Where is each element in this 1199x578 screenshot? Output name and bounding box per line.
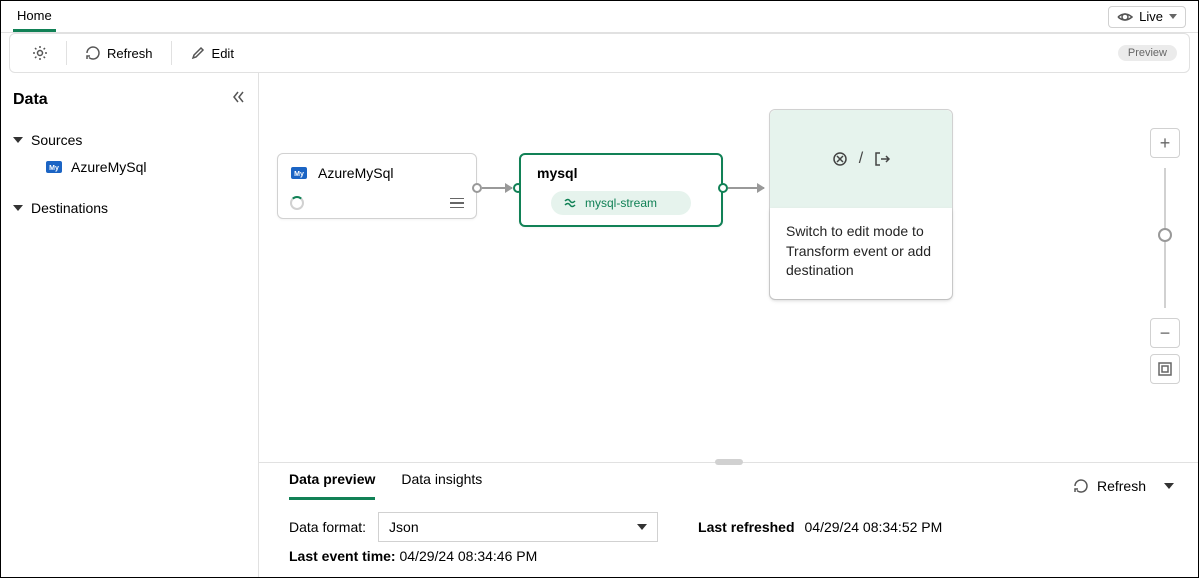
zoom-fit-button[interactable] [1150, 354, 1180, 384]
mysql-icon: My [45, 158, 63, 176]
node-dest-hint: Switch to edit mode to Transform event o… [770, 208, 952, 299]
edit-label: Edit [212, 46, 234, 61]
destinations-group[interactable]: Destinations [13, 196, 246, 220]
sidebar: Data Sources My AzureMySql Destinations [1, 73, 259, 577]
tab-data-insights[interactable]: Data insights [401, 471, 482, 500]
sidebar-title: Data [13, 91, 48, 109]
zoom-slider-handle[interactable] [1158, 228, 1172, 242]
format-label: Data format: [289, 519, 366, 535]
node-source-title: AzureMySql [318, 165, 393, 181]
settings-button[interactable] [22, 39, 58, 67]
stream-pill-label: mysql-stream [585, 196, 657, 210]
node-source[interactable]: My AzureMySql [277, 153, 477, 219]
chevron-down-icon [1169, 14, 1177, 19]
destinations-label: Destinations [31, 200, 108, 216]
output-icon [873, 150, 891, 168]
refresh-button[interactable]: Refresh [75, 39, 163, 67]
refresh-label: Refresh [107, 46, 153, 61]
chevron-double-left-icon [230, 89, 246, 105]
edit-icon [190, 45, 206, 61]
edge-source-stream [482, 187, 512, 189]
bottom-refresh-button[interactable]: Refresh [1073, 478, 1174, 494]
svg-text:My: My [294, 171, 304, 178]
source-item-azuremysql[interactable]: My AzureMySql [13, 152, 246, 182]
sources-label: Sources [31, 132, 82, 148]
fit-icon [1158, 362, 1172, 376]
node-stream-title: mysql [537, 165, 709, 181]
loading-spinner-icon [290, 196, 304, 210]
live-label: Live [1139, 9, 1163, 24]
gear-icon [32, 45, 48, 61]
refresh-icon [1073, 478, 1089, 494]
tab-home[interactable]: Home [13, 2, 56, 32]
edit-button[interactable]: Edit [180, 39, 244, 67]
format-select[interactable]: Json [378, 512, 658, 542]
preview-badge: Preview [1118, 45, 1177, 61]
zoom-slider[interactable] [1150, 158, 1180, 318]
chevron-down-icon [13, 205, 23, 211]
zoom-out-button[interactable]: − [1150, 318, 1180, 348]
bottom-refresh-label: Refresh [1097, 478, 1146, 494]
node-stream[interactable]: mysql mysql-stream [519, 153, 723, 227]
port-out[interactable] [472, 183, 482, 193]
node-menu-button[interactable] [450, 198, 464, 209]
transform-icon [831, 150, 849, 168]
refresh-icon [85, 45, 101, 61]
eye-icon [1117, 9, 1133, 25]
last-refreshed-value: 04/29/24 08:34:52 PM [805, 519, 943, 535]
last-event-label: Last event time: [289, 548, 396, 564]
resize-handle[interactable] [715, 459, 743, 465]
format-value: Json [389, 519, 419, 535]
live-indicator[interactable]: Live [1108, 6, 1186, 28]
source-item-label: AzureMySql [71, 159, 146, 175]
chevron-down-icon [13, 137, 23, 143]
canvas[interactable]: My AzureMySql mysql mysql-stream [259, 73, 1198, 577]
chevron-down-icon [1164, 483, 1174, 489]
tab-data-preview[interactable]: Data preview [289, 471, 375, 500]
mysql-icon: My [290, 164, 308, 182]
edge-stream-dest [728, 187, 764, 189]
node-destination[interactable]: / Switch to edit mode to Transform event… [769, 109, 953, 300]
last-event-value: 04/29/24 08:34:46 PM [399, 548, 537, 564]
port-out[interactable] [718, 183, 728, 193]
svg-text:My: My [49, 165, 59, 172]
collapse-sidebar-button[interactable] [230, 89, 246, 110]
stream-pill[interactable]: mysql-stream [551, 191, 691, 215]
stream-icon [563, 196, 577, 210]
bottom-panel: Data preview Data insights Refresh Data … [259, 462, 1198, 577]
last-refreshed-label: Last refreshed [698, 519, 794, 535]
chevron-down-icon [637, 524, 647, 530]
zoom-in-button[interactable]: + [1150, 128, 1180, 158]
sources-group[interactable]: Sources [13, 128, 246, 152]
